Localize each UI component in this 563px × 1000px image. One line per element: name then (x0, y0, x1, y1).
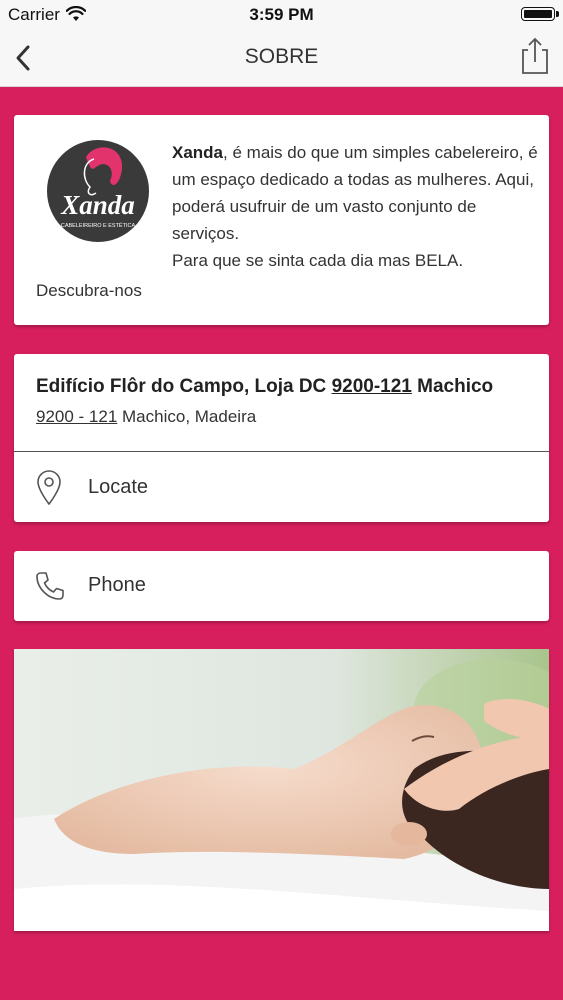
postal-code-link[interactable]: 9200-121 (332, 376, 412, 397)
location-pin-icon (37, 470, 61, 506)
discover-label: Descubra-nos (36, 281, 142, 300)
brand-name: Xanda (172, 143, 224, 162)
address-line-2: 9200 - 121 Machico, Madeira (36, 407, 256, 427)
address-region: Machico, Madeira (117, 407, 257, 426)
about-text-tagline: Para que se sinta cada dia mas BELA. (172, 251, 464, 270)
locate-label: Locate (88, 476, 149, 498)
phone-icon (36, 572, 64, 600)
page-title: SOBRE (244, 45, 319, 68)
about-description: Xanda, é mais do que um simples cabelere… (172, 139, 542, 274)
locate-row[interactable]: Locate (14, 452, 549, 522)
clock: 3:59 PM (249, 5, 314, 24)
share-icon[interactable] (517, 36, 553, 76)
about-card: Xanda CABELEIREIRO E ESTÉTICA Xanda, é m… (14, 115, 549, 325)
navigation-bar: SOBRE (0, 30, 563, 87)
address-card: Edifício Flôr do Campo, Loja DC 9200-121… (14, 354, 549, 522)
spa-photo (14, 649, 549, 931)
phone-row[interactable]: Phone (14, 551, 549, 621)
salon-logo: Xanda CABELEIREIRO E ESTÉTICA (47, 140, 149, 242)
status-bar: Carrier 3:59 PM (0, 0, 563, 30)
logo-name: Xanda (60, 190, 135, 220)
logo-subtitle: CABELEIREIRO E ESTÉTICA (61, 222, 136, 229)
address-city: Machico (411, 376, 494, 397)
battery-icon (521, 7, 559, 21)
spa-massage-image (14, 649, 549, 931)
about-text-body: , é mais do que um simples cabelereiro, … (172, 143, 538, 243)
phone-label: Phone (88, 574, 146, 596)
address-street: Edifício Flôr do Campo, Loja DC (36, 376, 332, 397)
postal-code-link-2[interactable]: 9200 - 121 (36, 407, 117, 426)
address-line-1: Edifício Flôr do Campo, Loja DC 9200-121… (36, 376, 493, 398)
